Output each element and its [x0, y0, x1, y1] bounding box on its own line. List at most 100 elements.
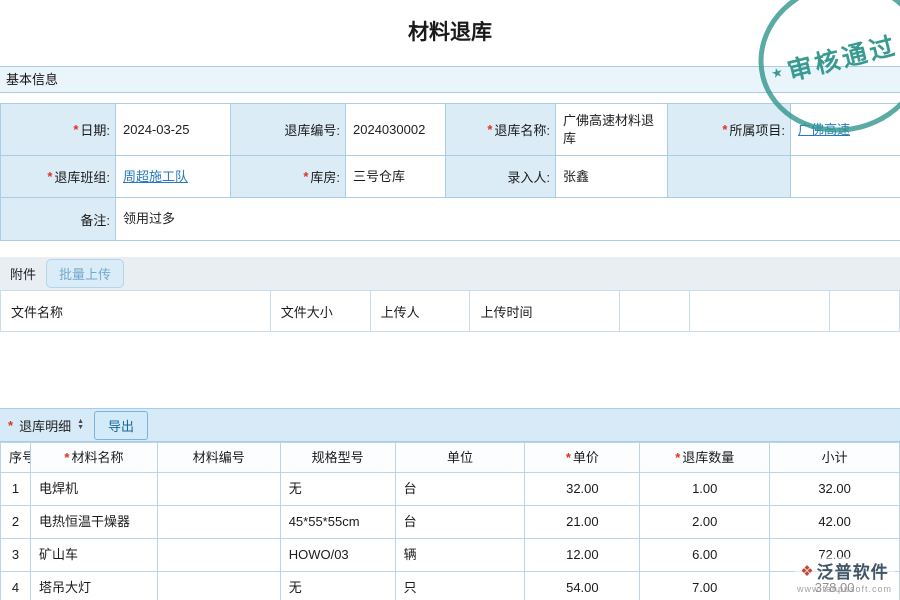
detail-col-header: 材料编号 — [158, 443, 281, 473]
required-asterisk: * — [73, 122, 78, 137]
team-value: 周超施工队 — [116, 156, 231, 198]
table-row: 1电焊机无台32.001.0032.00 — [1, 473, 900, 506]
attach-col-header: 文件名称 — [1, 291, 271, 331]
team-label: * 退库班组: — [1, 156, 116, 198]
team-link[interactable]: 周超施工队 — [123, 168, 188, 186]
date-label: * 日期: — [1, 104, 116, 156]
table-cell: 1.00 — [640, 473, 770, 506]
table-cell: 塔吊大灯 — [31, 572, 158, 600]
project-label: * 所属项目: — [668, 104, 791, 156]
detail-table: 序号*材料名称材料编号规格型号单位*单价*退库数量小计 1电焊机无台32.001… — [0, 442, 900, 600]
table-cell — [158, 539, 281, 572]
table-cell: 2 — [1, 506, 31, 539]
table-cell — [158, 572, 281, 600]
table-cell: 32.00 — [770, 473, 900, 506]
detail-col-header: 单位 — [396, 443, 526, 473]
table-cell: 3 — [1, 539, 31, 572]
date-label-text: 日期: — [80, 120, 110, 139]
remark-label: 备注: — [1, 198, 116, 240]
table-cell: 7.00 — [640, 572, 770, 600]
sort-icon[interactable]: ▲▼ — [77, 419, 84, 431]
table-cell: 6.00 — [640, 539, 770, 572]
return-name-label: * 退库名称: — [446, 104, 556, 156]
table-cell: 电热恒温干燥器 — [31, 506, 158, 539]
remark-value: 领用过多 — [116, 198, 900, 240]
table-cell: 4 — [1, 572, 31, 600]
table-cell — [158, 506, 281, 539]
empty-value-cell — [791, 156, 900, 198]
table-cell: 45*55*55cm — [281, 506, 396, 539]
table-cell: 台 — [396, 473, 526, 506]
table-cell: 无 — [281, 572, 396, 600]
basic-info-form: * 日期: 2024-03-25 退库编号: 2024030002 * 退库名称… — [0, 103, 900, 241]
required-asterisk: * — [487, 122, 492, 137]
table-cell: 电焊机 — [31, 473, 158, 506]
attach-col-header — [830, 291, 900, 331]
table-cell: 21.00 — [525, 506, 640, 539]
recorder-value: 张鑫 — [556, 156, 668, 198]
project-label-text: 所属项目: — [729, 120, 785, 139]
return-no-label: 退库编号: — [231, 104, 346, 156]
recorder-label: 录入人: — [446, 156, 556, 198]
attach-col-header — [620, 291, 690, 331]
table-cell — [158, 473, 281, 506]
table-cell: 台 — [396, 506, 526, 539]
attach-col-header: 上传时间 — [470, 291, 620, 331]
table-cell: 12.00 — [525, 539, 640, 572]
detail-col-header: 序号 — [1, 443, 31, 473]
table-cell: 1 — [1, 473, 31, 506]
attachments-bar: 附件 批量上传 — [0, 257, 900, 290]
recorder-label-text: 录入人: — [507, 167, 550, 186]
batch-upload-button[interactable]: 批量上传 — [46, 259, 124, 288]
empty-label-cell — [668, 156, 791, 198]
section-basic-info: 基本信息 — [0, 66, 900, 93]
warehouse-value: 三号仓库 — [346, 156, 446, 198]
table-cell: 2.00 — [640, 506, 770, 539]
table-cell: 无 — [281, 473, 396, 506]
table-cell: 32.00 — [525, 473, 640, 506]
detail-section-bar: * 退库明细 ▲▼ 导出 — [0, 408, 900, 442]
required-asterisk: * — [566, 450, 571, 465]
table-cell: 只 — [396, 572, 526, 600]
required-asterisk: * — [64, 450, 69, 465]
attachments-empty-area — [0, 332, 900, 390]
fanpu-url: www.fanpusoft.com — [797, 584, 892, 594]
attachments-title: 附件 — [10, 264, 36, 283]
detail-table-header: 序号*材料名称材料编号规格型号单位*单价*退库数量小计 — [1, 442, 900, 473]
attach-col-header: 上传人 — [371, 291, 471, 331]
detail-table-body: 1电焊机无台32.001.0032.002电热恒温干燥器45*55*55cm台2… — [1, 473, 900, 600]
attach-col-header: 文件大小 — [271, 291, 371, 331]
table-row: 2电热恒温干燥器 45*55*55cm台21.002.0042.00 — [1, 506, 900, 539]
fanpu-brand: 泛普软件 — [817, 558, 889, 583]
required-asterisk: * — [722, 122, 727, 137]
detail-col-header: *单价 — [525, 443, 640, 473]
project-link[interactable]: 广佛高速 — [798, 121, 850, 139]
detail-col-header: *退库数量 — [640, 443, 770, 473]
table-row: 3矿山车HOWO/03辆12.006.0072.00 — [1, 539, 900, 572]
return-no-value: 2024030002 — [346, 104, 446, 156]
fanpu-watermark: ❖ 泛普软件 www.fanpusoft.com — [794, 557, 895, 595]
page-title: 材料退库 — [0, 0, 900, 58]
detail-col-header: 规格型号 — [281, 443, 396, 473]
required-asterisk: * — [47, 169, 52, 184]
fanpu-logo-icon: ❖ — [800, 562, 813, 580]
detail-col-header: *材料名称 — [31, 443, 158, 473]
date-value: 2024-03-25 — [116, 104, 231, 156]
table-cell: 矿山车 — [31, 539, 158, 572]
project-value: 广佛高速 — [791, 104, 900, 156]
required-asterisk: * — [303, 169, 308, 184]
required-asterisk: * — [675, 450, 680, 465]
attach-col-header — [690, 291, 830, 331]
return-no-label-text: 退库编号: — [284, 120, 340, 139]
return-name-label-text: 退库名称: — [494, 120, 550, 139]
required-asterisk: * — [8, 418, 13, 433]
warehouse-label: * 库房: — [231, 156, 346, 198]
table-cell: 54.00 — [525, 572, 640, 600]
attachments-header-row: 文件名称文件大小上传人上传时间 — [0, 290, 900, 332]
return-name-value: 广佛高速材料退库 — [556, 104, 668, 156]
detail-col-header: 小计 — [770, 443, 900, 473]
table-cell: 42.00 — [770, 506, 900, 539]
table-row: 4塔吊大灯无只54.007.00378.00 — [1, 572, 900, 600]
warehouse-label-text: 库房: — [310, 167, 340, 186]
export-button[interactable]: 导出 — [94, 411, 148, 440]
